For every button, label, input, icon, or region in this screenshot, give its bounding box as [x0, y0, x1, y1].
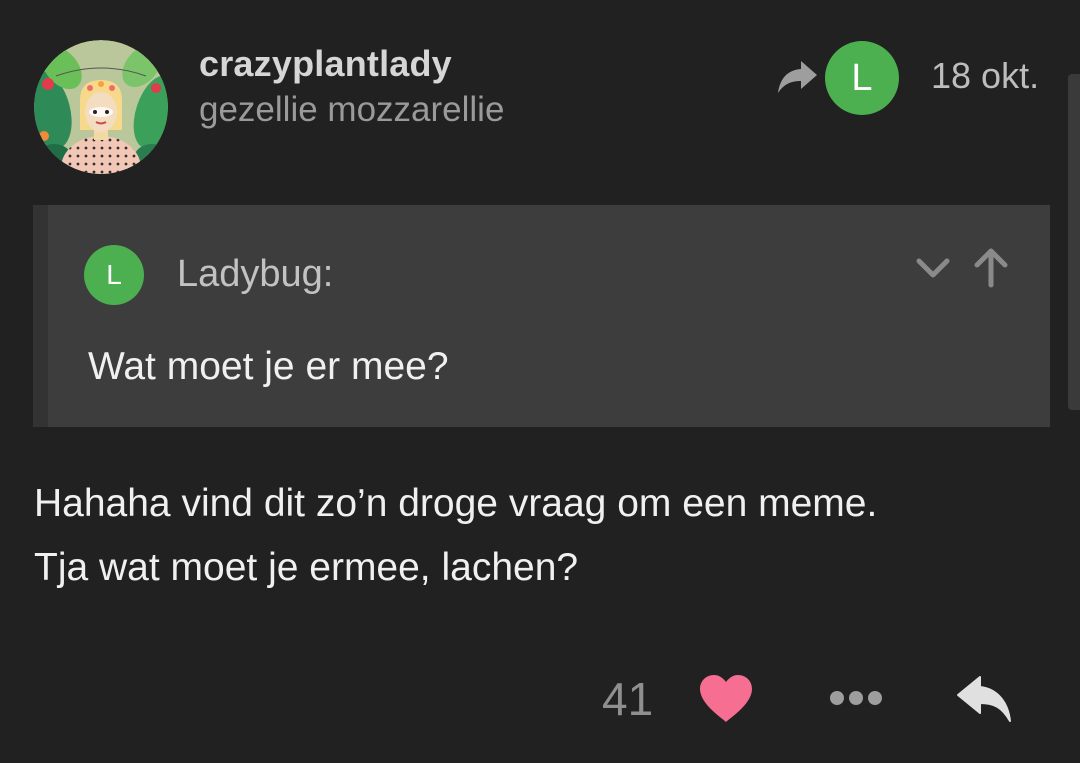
- post-subtitle: gezellie mozzarellie: [199, 90, 505, 129]
- like-button[interactable]: [698, 674, 754, 724]
- post-body: Hahaha vind dit zo’n droge vraag om een …: [34, 472, 1044, 600]
- more-options-button[interactable]: [828, 685, 884, 711]
- post-body-line: Tja wat moet je ermee, lachen?: [34, 546, 579, 589]
- chevron-down-icon[interactable]: [913, 249, 953, 289]
- heart-icon: [700, 675, 752, 722]
- scrollbar-thumb[interactable]: [1068, 74, 1080, 410]
- reply-target-badge[interactable]: L: [825, 41, 899, 115]
- post-body-line: Hahaha vind dit zo’n droge vraag om een …: [34, 482, 878, 525]
- post-username[interactable]: crazyplantlady: [199, 42, 452, 86]
- arrow-up-icon[interactable]: [971, 243, 1011, 291]
- quote-text: Wat moet je er mee?: [88, 345, 449, 388]
- post-card: crazyplantlady gezellie mozzarellie L 18…: [0, 0, 1080, 763]
- quote-accent-bar: [33, 205, 48, 427]
- reply-button[interactable]: [956, 675, 1014, 723]
- user-avatar[interactable]: [34, 40, 168, 174]
- more-dots-icon: [830, 691, 882, 705]
- quoted-message[interactable]: L Ladybug: Wat moet je er mee?: [33, 205, 1050, 427]
- avatar-illustration: [34, 40, 168, 174]
- share-arrow-icon: [775, 57, 819, 97]
- like-count: 41: [602, 673, 654, 725]
- quote-author: Ladybug:: [177, 253, 334, 295]
- quote-author-badge: L: [84, 245, 144, 305]
- post-date: 18 okt.: [931, 55, 1040, 96]
- reply-arrow-icon: [957, 676, 1011, 722]
